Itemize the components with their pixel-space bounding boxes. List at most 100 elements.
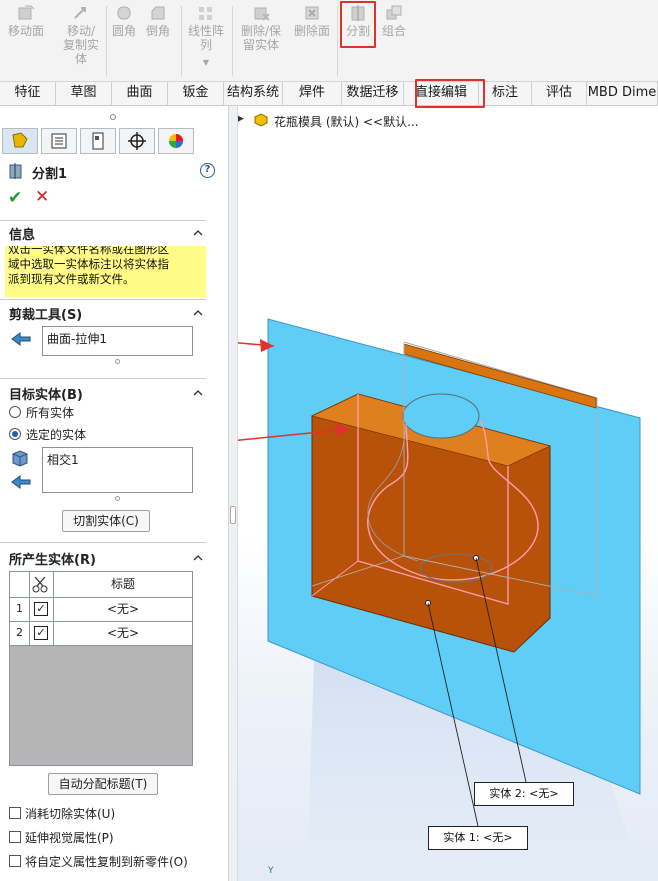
- delete-keep-body-label-2: 留实体: [242, 38, 279, 52]
- model-view: [238, 106, 658, 881]
- row-checkbox[interactable]: ✓: [34, 602, 48, 616]
- feature-title: 分割1: [32, 167, 68, 182]
- ribbon-separator: [181, 6, 182, 76]
- delete-keep-body-icon: [254, 7, 270, 21]
- cancel-x-icon[interactable]: ✕: [35, 187, 49, 207]
- consume-cut-bodies-checkbox[interactable]: [9, 807, 21, 819]
- row-number-header: [10, 572, 30, 598]
- combine-button[interactable]: 组合: [378, 4, 410, 38]
- auto-assign-names-button[interactable]: 自动分配标题(T): [48, 773, 158, 795]
- chamfer-icon: [151, 6, 165, 20]
- resize-handle[interactable]: [115, 359, 120, 364]
- chevron-up-icon[interactable]: [193, 230, 203, 236]
- cut-body-button[interactable]: 切割实体(C): [62, 510, 150, 532]
- combine-label: 组合: [381, 24, 406, 38]
- row-number: 1: [10, 598, 30, 622]
- ribbon-separator: [106, 6, 107, 76]
- tab-property-manager[interactable]: [41, 128, 77, 154]
- propagate-visual-properties-label: 延伸视觉属性(P): [25, 831, 114, 845]
- command-manager-ribbon: 移动面 移动/ 复制实 体 圆角 倒角 线性阵 列 ▼ 删除/保 留实体 删除面…: [0, 0, 658, 82]
- appearance-icon: [169, 134, 183, 148]
- tab-5[interactable]: 结构系统: [224, 82, 283, 106]
- delete-keep-body-button[interactable]: 删除/保 留实体: [238, 4, 284, 52]
- copy-custom-properties-label: 将自定义属性复制到新零件(O): [25, 855, 188, 869]
- row-title[interactable]: <无>: [54, 598, 192, 622]
- help-icon[interactable]: ?: [200, 163, 215, 178]
- body-2-callout[interactable]: 实体 2: <无>: [474, 782, 574, 806]
- target-bodies-header: 目标实体(B): [9, 388, 83, 403]
- chamfer-button[interactable]: 倒角: [146, 4, 170, 38]
- move-copy-body-button[interactable]: 移动/ 复制实 体: [60, 4, 102, 66]
- split-highlight-box: [340, 1, 376, 48]
- delete-face-icon: [305, 6, 319, 20]
- copy-custom-properties-checkbox[interactable]: [9, 855, 21, 867]
- move-face-icon: [18, 5, 35, 20]
- resize-handle[interactable]: [115, 496, 120, 501]
- ribbon-separator: [337, 6, 338, 76]
- row-checkbox-cell: ✓: [30, 598, 54, 622]
- linear-pattern-icon: [199, 7, 212, 20]
- row-checkbox-cell: ✓: [30, 622, 54, 646]
- fillet-icon: [117, 6, 131, 20]
- trim-tool-field[interactable]: 曲面-拉伸1: [42, 326, 193, 356]
- selected-bodies-radio[interactable]: [9, 428, 21, 440]
- tab-9[interactable]: 标注: [479, 82, 532, 106]
- tab-11[interactable]: MBD Dime: [587, 82, 658, 106]
- property-list-icon: [51, 133, 67, 149]
- chevron-up-icon[interactable]: [193, 555, 203, 561]
- title-column-header: 标题: [110, 577, 135, 591]
- tab-configuration-manager[interactable]: [80, 128, 116, 154]
- ok-check-icon[interactable]: ✔: [8, 188, 22, 208]
- tree-arrow-icon[interactable]: ▶: [238, 114, 244, 124]
- chevron-down-icon[interactable]: ▼: [203, 56, 209, 70]
- tab-feature-manager[interactable]: [2, 128, 38, 154]
- table-row[interactable]: 2 ✓ <无>: [10, 622, 192, 646]
- scissors-icon: [32, 576, 48, 593]
- tab-6[interactable]: 焊件: [283, 82, 342, 106]
- tab-dimxpert[interactable]: [119, 128, 155, 154]
- tab-10[interactable]: 评估: [532, 82, 587, 106]
- linear-pattern-label-2: 列: [199, 38, 212, 52]
- solid-body-icon: [12, 450, 28, 467]
- row-checkbox[interactable]: ✓: [34, 626, 48, 640]
- trim-tool-value: 曲面-拉伸1: [47, 332, 107, 346]
- tab-display-manager[interactable]: [158, 128, 194, 154]
- delete-face-button[interactable]: 删除面: [290, 4, 334, 38]
- linear-pattern-button[interactable]: 线性阵 列 ▼: [186, 4, 226, 70]
- tab-3[interactable]: 曲面: [112, 82, 168, 106]
- fillet-button[interactable]: 圆角: [112, 4, 136, 38]
- info-header: 信息: [9, 228, 36, 243]
- section-divider: [0, 299, 206, 300]
- row-number: 2: [10, 622, 30, 646]
- body-1-callout[interactable]: 实体 1: <无>: [428, 826, 528, 850]
- info-line-3: 派到现有文件或新文件。: [8, 272, 135, 286]
- row-title[interactable]: <无>: [54, 622, 192, 646]
- feature-tree-icon: [12, 132, 28, 148]
- panel-splitter[interactable]: [229, 106, 238, 881]
- propagate-visual-properties-checkbox[interactable]: [9, 831, 21, 843]
- graphics-area[interactable]: ▶ 花瓶模具 (默认) <<默认... 实体 2: <无> 实体 1: <无> …: [238, 106, 658, 881]
- panel-grip[interactable]: [110, 114, 116, 120]
- property-manager: 分割1 ? ✔ ✕ 信息 双击一实体文件名称或在图形区 域中选取一实体标注以将实…: [0, 106, 229, 881]
- target-body-field[interactable]: 相交1: [42, 447, 193, 493]
- split-feature-icon: [9, 163, 22, 179]
- move-face-button[interactable]: 移动面: [8, 4, 44, 38]
- direct-editing-tab-highlight: [415, 79, 485, 108]
- chevron-up-icon[interactable]: [193, 310, 203, 316]
- all-bodies-radio[interactable]: [9, 406, 21, 418]
- body-arrow-icon: [11, 475, 31, 489]
- tab-7[interactable]: 数据迁移: [342, 82, 404, 106]
- table-row[interactable]: 1 ✓ <无>: [10, 598, 192, 622]
- feature-tree-item[interactable]: 花瓶模具 (默认) <<默认...: [274, 113, 419, 130]
- resulting-bodies-header: 所产生实体(R): [9, 553, 96, 568]
- target-body-value: 相交1: [47, 453, 79, 467]
- chevron-up-icon[interactable]: [193, 390, 203, 396]
- tab-1[interactable]: 特征: [0, 82, 56, 106]
- selected-bodies-label: 选定的实体: [26, 428, 87, 442]
- part-icon: [254, 113, 268, 127]
- tab-2[interactable]: 草图: [56, 82, 112, 106]
- move-copy-label-1: 移动/: [66, 24, 96, 38]
- tab-4[interactable]: 钣金: [168, 82, 224, 106]
- splitter-handle[interactable]: [230, 506, 236, 524]
- section-divider: [0, 220, 206, 221]
